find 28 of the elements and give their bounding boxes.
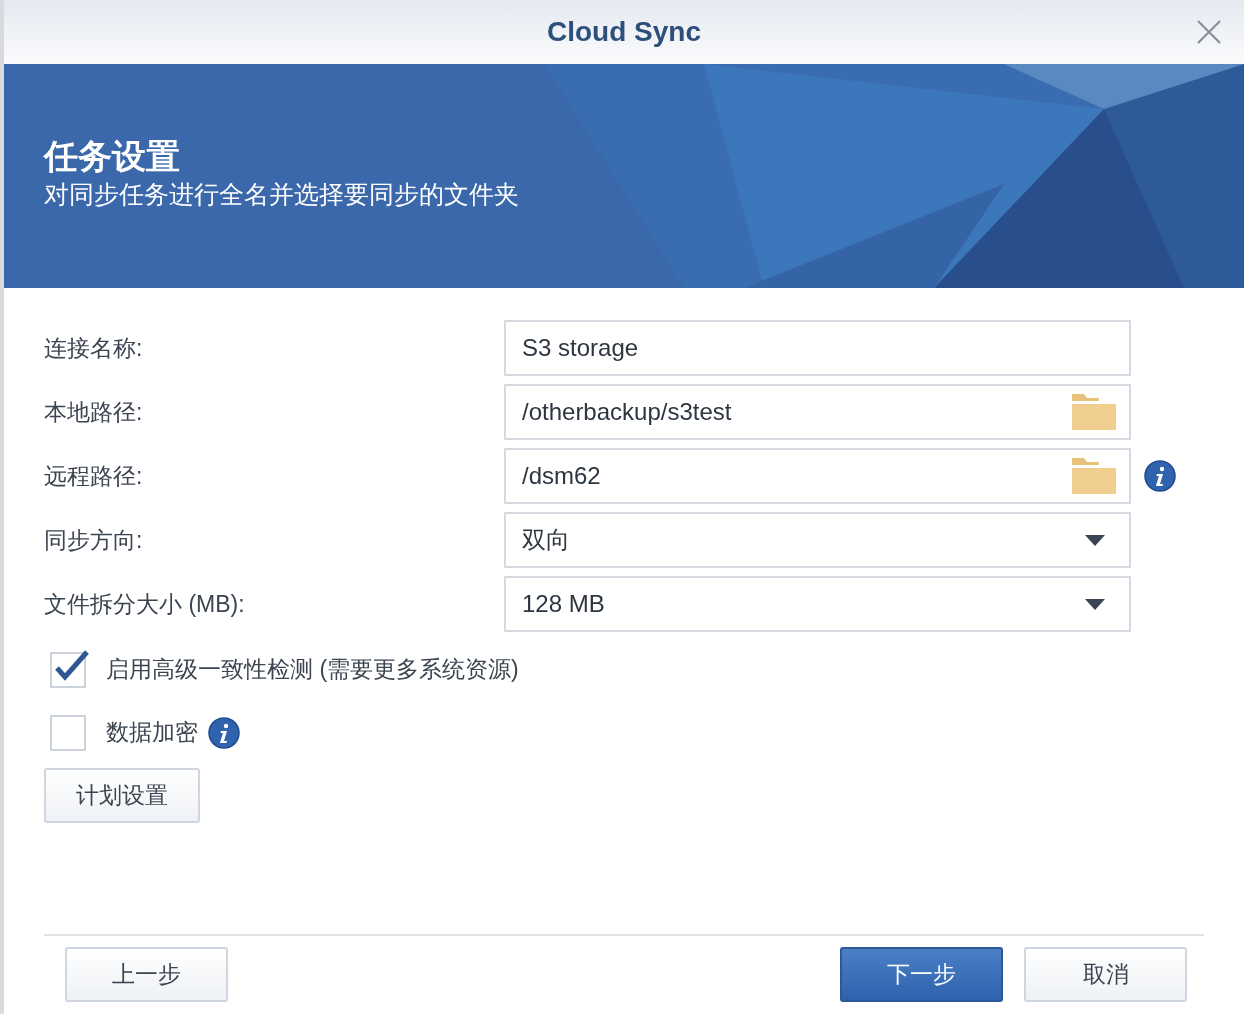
checkbox-label: 启用高级一致性检测 (需要更多系统资源) <box>106 655 519 685</box>
field-label: 远程路径: <box>44 461 144 491</box>
folder-icon[interactable] <box>1071 457 1117 495</box>
field-label: 本地路径: <box>44 397 144 427</box>
banner-title: 任务设置 <box>44 136 181 176</box>
info-icon[interactable] <box>208 716 240 749</box>
schedule-button[interactable]: 计划设置 <box>44 768 200 823</box>
input-field[interactable]: /dsm62 <box>504 448 1131 504</box>
input-field[interactable]: S3 storage <box>504 320 1131 376</box>
checkbox[interactable] <box>50 714 86 751</box>
dropdown-field[interactable]: 双向 <box>504 512 1131 568</box>
next-button[interactable]: 下一步 <box>840 946 1003 1002</box>
banner-subtitle: 对同步任务进行全名并选择要同步的文件夹 <box>44 179 520 210</box>
dropdown-field[interactable]: 128 MB <box>504 576 1131 632</box>
input-field[interactable]: /otherbackup/s3test <box>504 384 1131 440</box>
checkbox-label: 数据加密 <box>106 718 198 748</box>
close-icon[interactable] <box>1196 19 1222 45</box>
info-icon[interactable] <box>1144 460 1176 492</box>
caret-icon <box>1085 598 1105 610</box>
back-button[interactable]: 上一步 <box>65 946 228 1002</box>
caret-icon <box>1085 534 1105 546</box>
field-label: 同步方向: <box>44 525 144 555</box>
checkbox[interactable] <box>50 651 86 688</box>
folder-icon[interactable] <box>1071 393 1117 431</box>
window-title: Cloud Sync <box>547 15 701 49</box>
cancel-button[interactable]: 取消 <box>1024 946 1187 1002</box>
field-label: 连接名称: <box>44 333 144 363</box>
field-label: 文件拆分大小 (MB): <box>44 589 246 619</box>
